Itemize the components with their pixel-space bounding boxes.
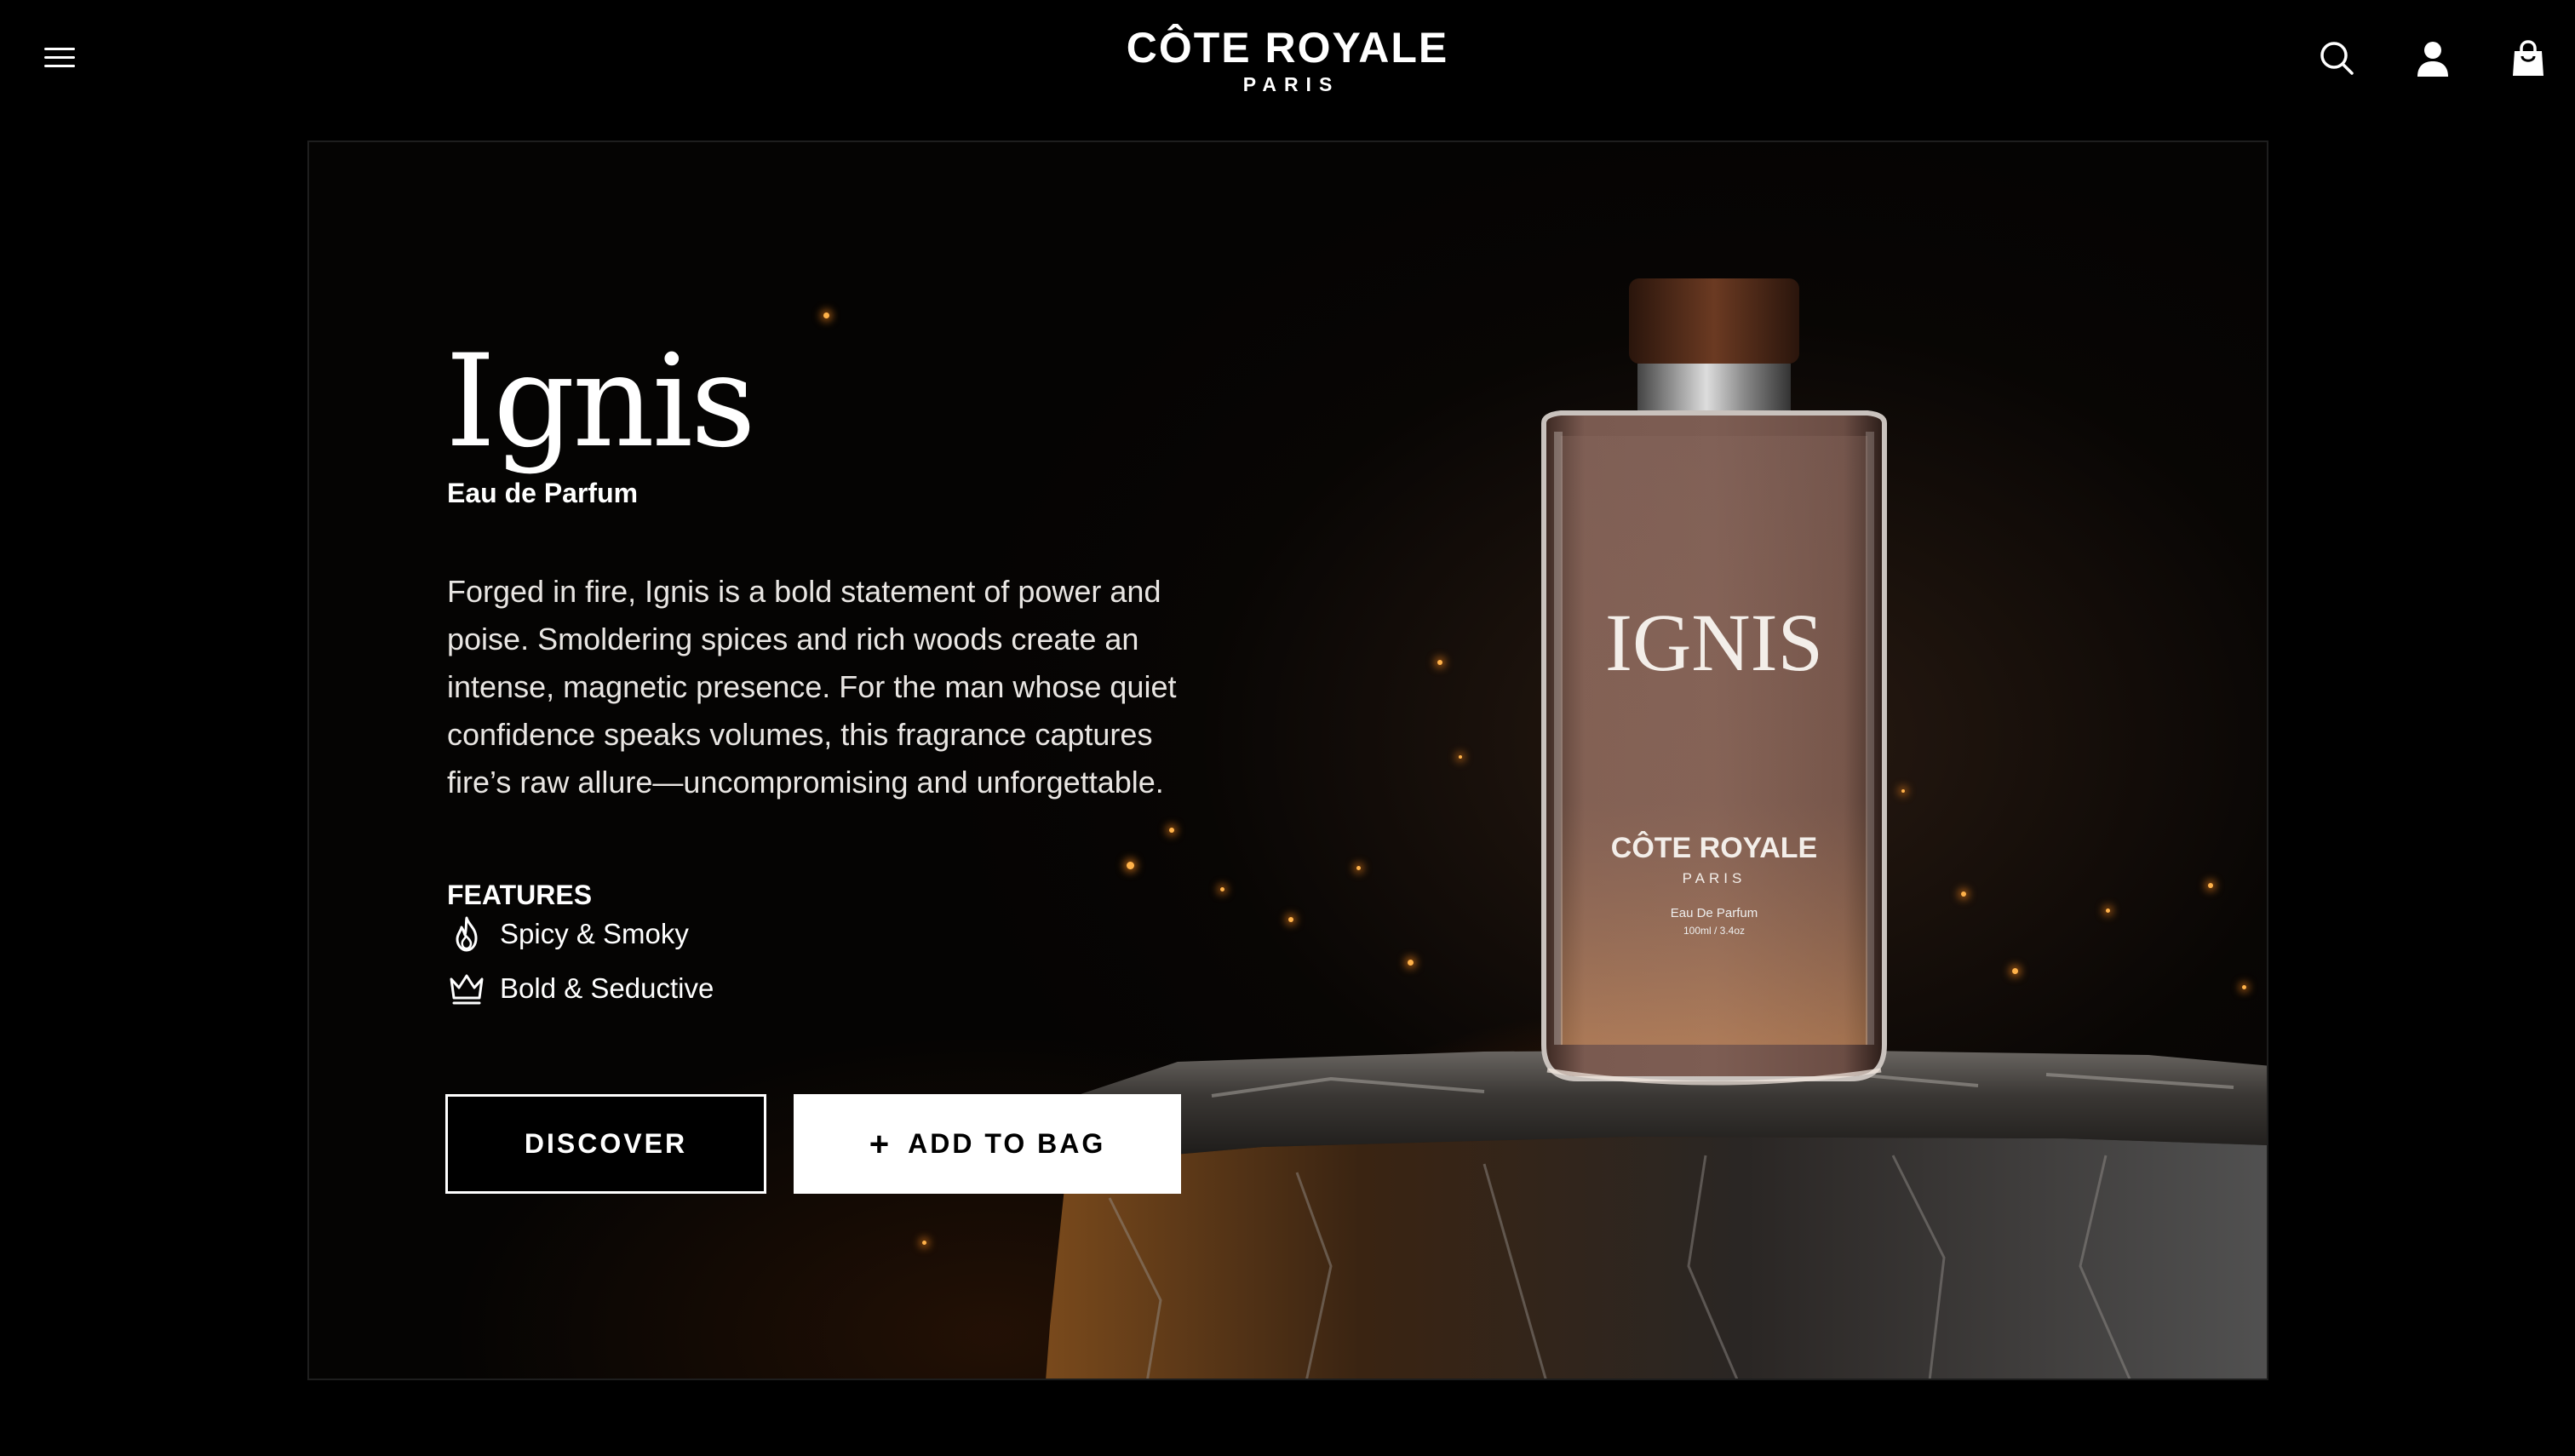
bottle-label-type: Eau De Parfum bbox=[1671, 906, 1758, 920]
flame-icon bbox=[447, 914, 486, 954]
product-subtitle: Eau de Parfum bbox=[447, 478, 639, 508]
ember-spark bbox=[1127, 862, 1134, 869]
ember-spark bbox=[922, 1241, 926, 1245]
feature-label: Spicy & Smoky bbox=[500, 918, 689, 949]
perfume-bottle-image: IGNIS CÔTE ROYALE PARIS Eau De Parfum 10… bbox=[1541, 278, 1887, 1086]
brand-name: CÔTE ROYALE bbox=[1126, 24, 1449, 72]
add-to-bag-button[interactable]: + ADD TO BAG bbox=[794, 1094, 1181, 1194]
shopping-bag-icon[interactable] bbox=[2507, 37, 2549, 80]
ember-spark bbox=[1437, 660, 1442, 665]
bottle-label-brand: CÔTE ROYALE bbox=[1611, 831, 1817, 864]
ember-spark bbox=[1961, 891, 1966, 897]
account-icon[interactable] bbox=[2412, 37, 2454, 80]
feature-item: Bold & Seductive bbox=[447, 965, 714, 1012]
features-heading: FEATURES bbox=[447, 880, 593, 910]
product-hero: IGNIS CÔTE ROYALE PARIS Eau De Parfum 10… bbox=[307, 140, 2268, 1380]
ember-spark bbox=[1288, 917, 1293, 922]
ember-spark bbox=[2012, 968, 2018, 974]
search-icon[interactable] bbox=[2316, 37, 2359, 80]
discover-button-label: DISCOVER bbox=[524, 1128, 688, 1159]
bottle-label-name: IGNIS bbox=[1605, 597, 1823, 688]
product-description: Forged in fire, Ignis is a bold statemen… bbox=[447, 574, 1177, 800]
add-to-bag-label: ADD TO BAG bbox=[908, 1128, 1106, 1159]
site-header: CÔTE ROYALE PARIS bbox=[0, 0, 2575, 128]
ember-spark bbox=[1356, 866, 1361, 870]
bottle-label-volume: 100ml / 3.4oz bbox=[1683, 925, 1745, 937]
product-title: Ignis bbox=[445, 328, 756, 476]
ember-spark bbox=[823, 312, 829, 318]
brand-city: PARIS bbox=[1242, 73, 1340, 95]
plus-icon: + bbox=[869, 1125, 890, 1163]
ember-spark bbox=[2208, 883, 2213, 888]
brand-logo[interactable]: CÔTE ROYALE PARIS bbox=[1075, 24, 1500, 97]
ember-spark bbox=[1408, 960, 1414, 966]
ember-spark bbox=[2106, 909, 2110, 913]
ember-spark bbox=[1459, 755, 1462, 759]
ember-spark bbox=[1169, 828, 1174, 833]
crown-icon bbox=[447, 969, 486, 1008]
feature-item: Spicy & Smoky bbox=[447, 910, 689, 958]
ember-spark bbox=[2242, 985, 2246, 989]
feature-label: Bold & Seductive bbox=[500, 972, 714, 1004]
discover-button[interactable]: DISCOVER bbox=[445, 1094, 766, 1194]
menu-icon[interactable] bbox=[41, 43, 80, 73]
bottle-label-city: PARIS bbox=[1683, 870, 1746, 886]
ember-spark bbox=[1220, 887, 1224, 891]
